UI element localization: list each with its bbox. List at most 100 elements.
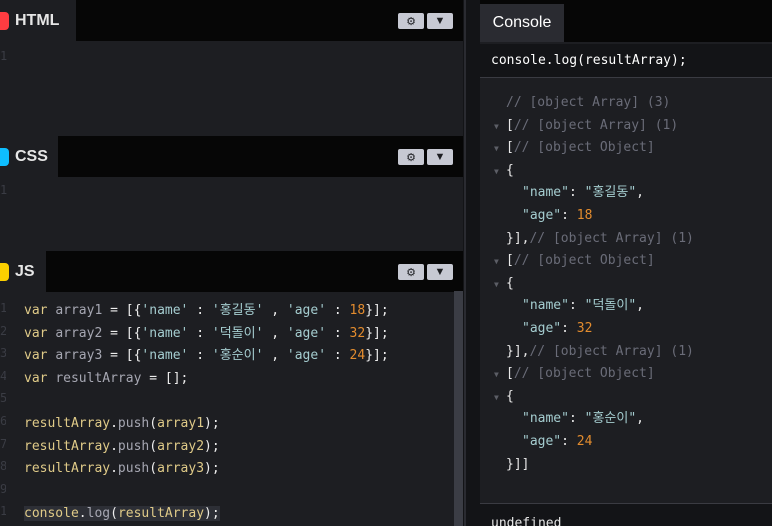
js-settings-button[interactable]: ⚙: [398, 264, 424, 280]
console-command[interactable]: console.log(resultArray);: [480, 44, 772, 78]
css-editor-tab[interactable]: CSS: [0, 136, 58, 177]
line-number: 3: [0, 346, 6, 361]
gear-icon: ⚙: [406, 151, 416, 164]
console-output-line: "name": "홍순이",: [522, 408, 644, 431]
expand-triangle-icon[interactable]: ▼: [494, 274, 499, 297]
code-line: resultArray.push(array3);: [24, 458, 389, 481]
code-token: 'age': [286, 325, 327, 341]
chevron-down-icon: ▼: [434, 15, 446, 27]
gear-icon: ⚙: [406, 266, 416, 279]
code-token: var: [24, 370, 56, 386]
code-token: 'age': [286, 348, 327, 364]
console-token: "name": [522, 411, 569, 427]
console-token: :: [561, 321, 577, 336]
console-output-line: }],// [object Array] (1): [506, 341, 694, 364]
expand-triangle-icon[interactable]: ▼: [494, 161, 499, 184]
console-output-line: [// [object Object]: [506, 250, 655, 273]
code-token: array2: [157, 438, 205, 454]
code-token: );: [204, 415, 220, 431]
expand-triangle-icon[interactable]: ▼: [494, 138, 499, 161]
console-output-line: "name": "덕돌이",: [522, 295, 644, 318]
line-number: 7: [0, 436, 6, 451]
html-collapse-button[interactable]: ▼: [427, 13, 453, 29]
js-editor-tab[interactable]: JS: [0, 251, 46, 292]
code-token: var: [24, 325, 56, 341]
expand-triangle-icon[interactable]: ▼: [494, 387, 499, 410]
console-token: // [object Object]: [513, 253, 655, 269]
code-token: array3: [157, 461, 205, 477]
console-token: 18: [576, 208, 593, 223]
html-editor-tab[interactable]: HTML: [0, 0, 76, 41]
code-token: :: [326, 348, 350, 364]
console-token: {: [506, 162, 514, 178]
line-number: 6: [0, 413, 6, 428]
console-token: :: [561, 208, 577, 223]
code-token: array3: [55, 348, 103, 364]
console-token: "name": [522, 185, 569, 201]
code-token: }];: [365, 348, 389, 364]
css-editor-header: CSS ⚙ ▼: [0, 136, 463, 177]
expand-triangle-icon[interactable]: ▼: [494, 364, 499, 387]
console-output-line: [// [object Object]: [506, 363, 655, 386]
code-line: var array3 = [{'name' : '홍순이' , 'age' : …: [24, 345, 389, 368]
code-token: array1: [55, 303, 103, 318]
console-output-line: {: [506, 386, 514, 409]
console-token: ,: [636, 185, 644, 201]
html-editor-header: HTML ⚙ ▼: [0, 0, 463, 41]
console-token: :: [568, 298, 585, 314]
js-editor-label: JS: [15, 262, 35, 280]
console-output-line: "age": 18: [522, 205, 592, 228]
console-output-line: // [object Array] (3): [506, 92, 670, 115]
js-code[interactable]: var array1 = [{'name' : '홍길동' , 'age' : …: [24, 300, 389, 526]
css-collapse-button[interactable]: ▼: [427, 149, 453, 165]
html-editor-label: HTML: [15, 11, 60, 29]
code-token: array1: [157, 415, 205, 431]
html-badge-icon: [0, 11, 9, 30]
line-number: 5: [0, 391, 6, 406]
console-token: :: [568, 411, 585, 427]
panel-resizer[interactable]: [463, 0, 480, 526]
code-token: = [{: [102, 348, 142, 364]
code-token: }];: [365, 303, 389, 318]
line-number: 1: [0, 301, 6, 315]
html-settings-button[interactable]: ⚙: [398, 13, 424, 29]
console-token: }],: [506, 230, 530, 246]
console-token: // [object Array] (1): [513, 117, 679, 133]
css-editor-body[interactable]: 1: [0, 177, 463, 251]
console-token: "age": [522, 208, 562, 223]
html-editor-actions: ⚙ ▼: [398, 13, 453, 29]
console-return-value: undefined: [480, 503, 772, 526]
code-token: :: [188, 325, 212, 341]
css-badge-icon: [0, 147, 9, 166]
console-token: 32: [576, 321, 593, 336]
js-collapse-button[interactable]: ▼: [427, 264, 453, 280]
console-token: // [object Array] (1): [529, 230, 694, 246]
html-editor-body[interactable]: 1: [0, 41, 463, 136]
console-tab[interactable]: Console: [480, 4, 564, 42]
console-token: [: [506, 366, 514, 382]
line-number: 10: [0, 504, 6, 519]
css-settings-button[interactable]: ⚙: [398, 149, 424, 165]
line-number: 1: [0, 183, 8, 197]
resizer-bar: [464, 0, 466, 526]
console-token: ,: [636, 411, 644, 427]
console-token: // [object Object]: [513, 366, 655, 382]
console-token: "age": [522, 321, 562, 336]
code-token: .: [110, 415, 118, 431]
code-token: );: [204, 461, 220, 477]
console-output-line: "age": 32: [522, 318, 592, 341]
console-token: // [object Object]: [513, 140, 655, 156]
css-editor-actions: ⚙ ▼: [398, 149, 453, 165]
console-token: }]]: [506, 456, 530, 472]
code-token: }];: [365, 325, 389, 341]
code-token: :: [188, 303, 212, 318]
code-token: 'age': [286, 303, 327, 318]
console-output-line: [// [object Array] (1): [506, 115, 678, 138]
console-output-line: {: [506, 273, 514, 296]
code-token: var: [24, 348, 56, 364]
js-editor-scrollbar[interactable]: [454, 291, 463, 526]
code-token: :: [326, 303, 350, 318]
expand-triangle-icon[interactable]: ▼: [494, 116, 499, 139]
code-token: '홍순이': [211, 348, 264, 364]
expand-triangle-icon[interactable]: ▼: [494, 251, 499, 274]
